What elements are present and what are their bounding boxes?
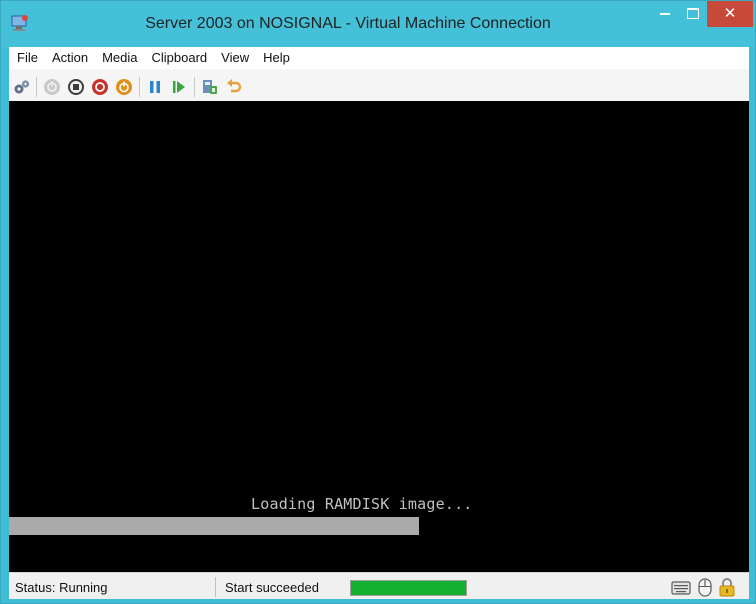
vm-connection-app-icon — [11, 15, 28, 31]
client-area: File Action Media Clipboard View Help Lo… — [9, 47, 749, 599]
toolbar-separator — [194, 77, 195, 97]
toolbar-separator — [36, 77, 37, 97]
operation-progress-fill — [351, 581, 466, 595]
maximize-button[interactable] — [679, 1, 707, 27]
console-progress-fill — [9, 517, 419, 535]
menu-file[interactable]: File — [9, 47, 44, 69]
revert-icon[interactable] — [225, 78, 243, 96]
toolbar — [9, 69, 749, 101]
window-title: Server 2003 on NOSIGNAL - Virtual Machin… — [145, 15, 551, 32]
shut-down-icon[interactable] — [91, 78, 109, 96]
menu-clipboard[interactable]: Clipboard — [144, 47, 214, 69]
menu-media[interactable]: Media — [94, 47, 143, 69]
menu-help[interactable]: Help — [255, 47, 296, 69]
resume-icon[interactable] — [170, 78, 188, 96]
operation-result-text: Start succeeded — [225, 580, 319, 595]
turn-off-icon[interactable] — [67, 78, 85, 96]
close-button[interactable]: ✕ — [707, 1, 753, 27]
keyboard-icon — [671, 581, 691, 595]
toolbar-separator — [139, 77, 140, 97]
status-divider — [215, 577, 216, 597]
operation-progress-bar — [350, 580, 467, 596]
vm-connection-window: Server 2003 on NOSIGNAL - Virtual Machin… — [0, 0, 756, 604]
vm-status-text: Status: Running — [15, 580, 108, 595]
menu-view[interactable]: View — [213, 47, 255, 69]
title-bar[interactable]: Server 2003 on NOSIGNAL - Virtual Machin… — [1, 1, 755, 47]
console-loading-message: Loading RAMDISK image... — [251, 495, 473, 513]
ctrl-alt-del-icon[interactable] — [13, 78, 31, 96]
lock-icon — [719, 578, 735, 597]
checkpoint-icon[interactable] — [201, 78, 219, 96]
save-state-icon[interactable] — [115, 78, 133, 96]
close-icon: ✕ — [723, 5, 737, 22]
minimize-button[interactable] — [651, 1, 679, 27]
console-progress-bar — [9, 517, 419, 535]
status-bar: Status: Running Start succeeded — [9, 572, 749, 599]
menu-action[interactable]: Action — [44, 47, 94, 69]
pause-icon[interactable] — [146, 78, 164, 96]
mouse-icon — [698, 578, 712, 597]
menu-bar: File Action Media Clipboard View Help — [9, 47, 749, 69]
start-icon[interactable] — [43, 78, 61, 96]
vm-display[interactable]: Loading RAMDISK image... — [9, 101, 749, 572]
